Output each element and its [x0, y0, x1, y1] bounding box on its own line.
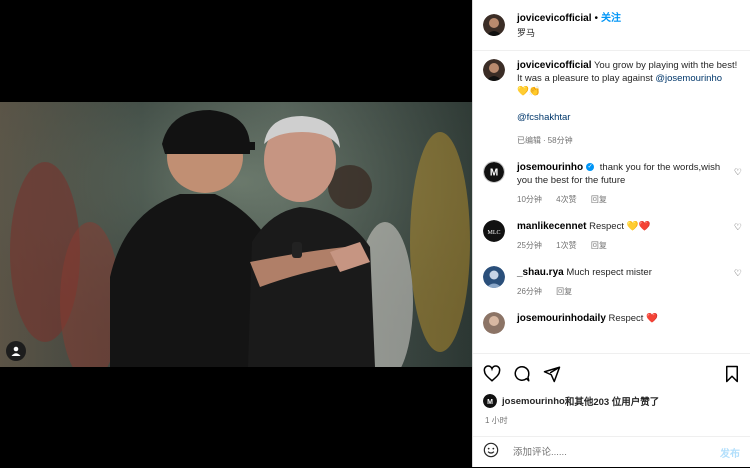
svg-text:M: M: [490, 168, 498, 179]
post-side-panel: jovicevicofficial • 关注 罗马 jovicevicofficia…: [472, 0, 750, 467]
add-comment-bar: 发布: [473, 436, 750, 468]
post-photo[interactable]: [0, 102, 472, 367]
likes-username[interactable]: josemourinho: [502, 396, 565, 407]
media-area: [0, 0, 472, 467]
svg-text:MLC: MLC: [487, 230, 500, 236]
follow-button[interactable]: 关注: [601, 13, 621, 24]
caption-avatar[interactable]: [483, 59, 505, 81]
caption-mention-josemourinho[interactable]: @josemourinho: [655, 73, 722, 84]
comment-time: 10分钟: [517, 195, 542, 204]
comment-avatar[interactable]: [483, 312, 505, 334]
share-icon: [543, 366, 561, 383]
comment-body: josemourinhodaily Respect ❤️: [517, 312, 740, 334]
avatar[interactable]: [483, 14, 505, 36]
post-username[interactable]: jovicevicofficial: [517, 13, 591, 24]
comment-username[interactable]: josemourinhodaily: [517, 313, 606, 324]
header-meta: jovicevicofficial • 关注 罗马: [517, 10, 621, 40]
share-button[interactable]: [543, 365, 561, 383]
comments-scroll-area[interactable]: jovicevicofficial You grow by playing wi…: [473, 51, 750, 353]
caption-meta: 已编辑 · 58分钟: [517, 134, 740, 147]
comment-item: _shau.rya Much respect mister 26分钟 回复 ♡: [473, 266, 750, 298]
post-header: jovicevicofficial • 关注 罗马: [473, 0, 750, 51]
comment-avatar[interactable]: [483, 266, 505, 288]
comment-item: MLC manlikecennet Respect 💛❤️ 25分钟 1次赞 回…: [473, 220, 750, 252]
comment-icon: [514, 365, 530, 382]
emoji-button[interactable]: [483, 442, 499, 463]
caption-mention-fcshakhtar[interactable]: @fcshakhtar: [517, 112, 570, 123]
comment-meta: 26分钟 回复: [517, 285, 722, 298]
comment-username[interactable]: _shau.rya: [517, 267, 564, 278]
likes-rest: 和其他203 位用户赞了: [564, 397, 660, 408]
emoji-icon: [483, 442, 499, 458]
comment-item: M josemourinho ✓ thank you for the words,…: [473, 161, 750, 206]
comment-text: Respect 💛❤️: [589, 221, 651, 232]
action-bar: [473, 353, 750, 394]
comment-text: Much respect mister: [566, 267, 652, 278]
comment-reply-button[interactable]: 回复: [591, 195, 607, 204]
comment-reply-button[interactable]: 回复: [591, 241, 607, 250]
comment-heart-icon[interactable]: ♡: [734, 222, 742, 233]
edited-label: 已编辑: [517, 136, 541, 145]
likes-summary[interactable]: M josemourinho 和其他203 位用户赞了: [483, 394, 740, 408]
caption-username[interactable]: jovicevicofficial: [517, 60, 591, 71]
svg-text:M: M: [487, 399, 493, 406]
caption-line1: You grow by playing with the best!: [593, 60, 738, 71]
caption-line2: It was a pleasure to play against: [517, 73, 653, 84]
post-location[interactable]: 罗马: [517, 26, 621, 40]
comment-heart-icon[interactable]: ♡: [734, 268, 742, 279]
comment-likes[interactable]: 1次赞: [556, 241, 576, 250]
verified-icon: ✓: [586, 163, 595, 172]
comment-meta: 10分钟 4次赞 回复: [517, 193, 722, 206]
comment-heart-icon[interactable]: ♡: [734, 167, 742, 178]
comment-body: _shau.rya Much respect mister 26分钟 回复: [517, 266, 740, 298]
post-timestamp: 1 小时: [485, 416, 508, 425]
post-comment-button[interactable]: 发布: [720, 445, 740, 460]
user-tag-button[interactable]: [6, 341, 26, 361]
comment-time: 26分钟: [517, 287, 542, 296]
comment-text: Respect ❤️: [608, 313, 658, 324]
save-button[interactable]: [724, 365, 740, 383]
caption-item: jovicevicofficial You grow by playing wi…: [473, 59, 750, 147]
comment-meta: 25分钟 1次赞 回复: [517, 239, 722, 252]
heart-icon: [483, 365, 501, 382]
comment-reply-button[interactable]: 回复: [556, 287, 572, 296]
comment-body: josemourinho ✓ thank you for the words,wi…: [517, 161, 740, 206]
user-tag-icon: [11, 346, 21, 356]
caption-body: jovicevicofficial You grow by playing wi…: [517, 59, 740, 147]
comment-avatar[interactable]: M: [483, 161, 505, 183]
edited-separator: ·: [543, 136, 546, 145]
comment-button[interactable]: [513, 365, 531, 383]
comment-input[interactable]: [511, 446, 720, 459]
bookmark-icon: [726, 365, 738, 383]
post-photo-image: [0, 102, 472, 367]
like-button[interactable]: [483, 365, 501, 383]
comment-body: manlikecennet Respect 💛❤️ 25分钟 1次赞 回复: [517, 220, 740, 252]
comment-username[interactable]: josemourinho: [517, 162, 583, 173]
instagram-post-modal: jovicevicofficial • 关注 罗马 jovicevicofficia…: [0, 0, 750, 467]
comment-username[interactable]: manlikecennet: [517, 221, 586, 232]
comment-time: 25分钟: [517, 241, 542, 250]
likes-avatar: M: [483, 394, 497, 408]
comment-avatar[interactable]: MLC: [483, 220, 505, 242]
comment-item: josemourinhodaily Respect ❤️: [473, 312, 750, 334]
edited-time: 58分钟: [547, 136, 573, 145]
header-separator: •: [594, 13, 598, 24]
caption-emojis: 💛👏: [517, 86, 541, 97]
comment-likes[interactable]: 4次赞: [556, 195, 576, 204]
